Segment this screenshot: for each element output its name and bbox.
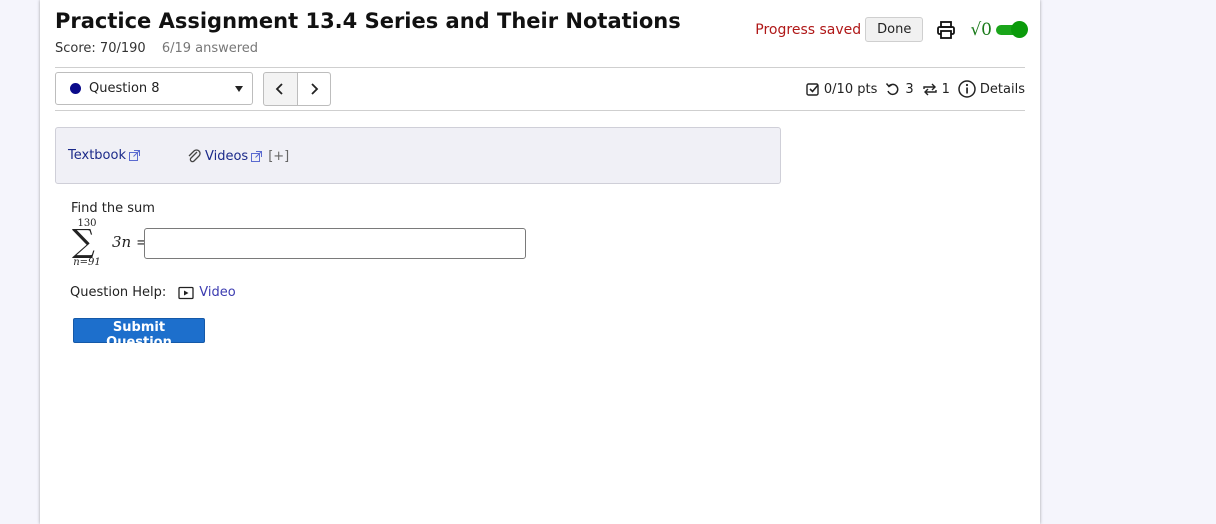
question-help: Question Help: Video <box>70 285 236 300</box>
video-play-icon <box>178 286 194 299</box>
expand-resources-toggle[interactable]: [+] <box>268 149 289 164</box>
paperclip-icon <box>188 149 201 163</box>
sigma-symbol: ∑ <box>72 222 95 260</box>
resources-box: Textbook Videos [+] <box>55 127 781 184</box>
external-link-icon <box>128 150 140 161</box>
question-stats: 0/10 pts 3 1 Details <box>798 80 1025 98</box>
chevron-down-icon <box>235 86 243 92</box>
retries-count: 1 <box>941 81 950 97</box>
retries-indicator: 1 <box>922 82 950 97</box>
answer-input[interactable] <box>144 228 526 259</box>
retry-icon <box>922 83 937 96</box>
checkbox-icon <box>806 83 819 96</box>
videos-label: Videos <box>205 148 249 164</box>
sum-lower-limit: n=91 <box>73 257 101 268</box>
question-prompt: Find the sum <box>71 201 155 216</box>
details-button[interactable]: Details <box>958 80 1025 98</box>
textbook-label: Textbook <box>68 148 126 163</box>
divider <box>55 67 1025 68</box>
print-icon[interactable] <box>936 20 956 40</box>
toggle-switch[interactable] <box>996 20 1028 38</box>
attempts-count: 3 <box>905 81 914 97</box>
details-label: Details <box>979 81 1025 97</box>
assignment-panel: Practice Assignment 13.4 Series and Thei… <box>40 0 1040 524</box>
toggle-knob <box>1011 20 1028 38</box>
question-status-dot <box>70 83 81 94</box>
info-icon <box>958 80 976 98</box>
help-video-link[interactable]: Video <box>178 285 236 300</box>
header-actions: Progress saved Done √0 <box>755 17 1028 42</box>
done-button[interactable]: Done <box>865 17 924 42</box>
score-line: Score: 70/190 6/19 answered <box>55 41 258 56</box>
score-text: Score: 70/190 <box>55 41 146 56</box>
chevron-right-icon <box>311 83 319 95</box>
next-question-button[interactable] <box>297 73 330 105</box>
page-title: Practice Assignment 13.4 Series and Thei… <box>55 9 681 33</box>
points-indicator: 0/10 pts <box>806 82 877 97</box>
attempts-indicator: 3 <box>885 81 914 97</box>
sqrt-icon: √0 <box>970 19 992 40</box>
question-select[interactable]: Question 8 <box>55 72 253 105</box>
textbook-link[interactable]: Textbook <box>68 148 140 163</box>
previous-question-button[interactable] <box>264 73 298 105</box>
submit-question-button[interactable]: Submit Question <box>73 318 205 350</box>
summation-notation: 130 ∑ n=91 <box>70 218 104 272</box>
undo-icon <box>886 83 899 96</box>
chevron-left-icon <box>275 83 283 95</box>
help-video-label: Video <box>199 285 236 300</box>
divider <box>55 110 1025 111</box>
progress-status: Progress saved <box>755 21 862 38</box>
external-link-icon <box>251 150 263 162</box>
question-help-label: Question Help: <box>70 285 167 300</box>
math-entry-toggle[interactable]: √0 <box>970 19 1028 40</box>
points-text: 0/10 pts <box>823 81 878 97</box>
videos-link[interactable]: Videos [+] <box>186 148 289 164</box>
answered-count: 6/19 answered <box>161 41 259 56</box>
question-nav-buttons <box>263 72 331 106</box>
question-select-value: Question 8 <box>89 81 160 96</box>
